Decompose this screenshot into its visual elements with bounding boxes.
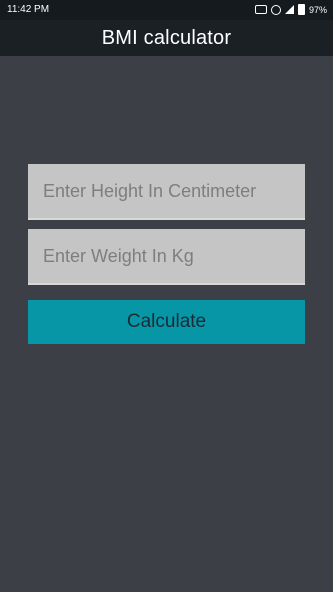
signal-icon [284,5,294,14]
status-bar: 11:42 PM 97% [0,0,333,20]
status-time: 11:42 PM [7,4,50,15]
message-icon [254,1,267,14]
battery-icon [297,4,305,15]
weight-input[interactable] [28,229,305,285]
bmi-screen: 11:42 PM 97% BMI calculator Calculate [0,0,333,592]
battery-percent: 97% [308,4,327,15]
status-icons: 97% [254,1,327,15]
height-input[interactable] [28,164,305,220]
alarm-icon [270,4,281,15]
app-bar: BMI calculator [0,20,333,56]
page-title: BMI calculator [101,26,232,49]
calculate-button[interactable]: Calculate [28,300,305,344]
